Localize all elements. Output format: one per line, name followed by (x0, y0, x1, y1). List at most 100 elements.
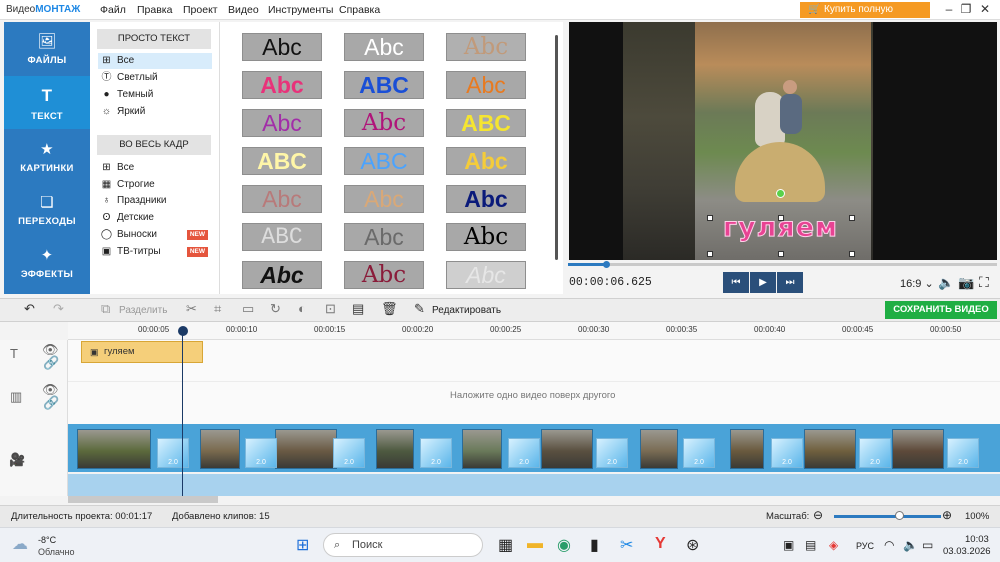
volume-icon[interactable]: 🔈 (938, 275, 954, 291)
undo-icon[interactable]: ↶ (24, 301, 35, 317)
seekbar-knob[interactable] (603, 261, 610, 268)
link-icon[interactable]: 🔗 (43, 355, 59, 371)
stabilize-icon[interactable]: ⊡ (325, 301, 336, 317)
video-clip-thumbnail[interactable] (462, 429, 502, 469)
category-all[interactable]: ⊞ Все (98, 53, 212, 69)
styles-scrollbar[interactable] (555, 35, 558, 260)
transition-block[interactable]: 2.0 (947, 438, 979, 468)
browser-icon[interactable]: ◉ (557, 535, 571, 555)
resize-handle[interactable] (707, 215, 713, 221)
menu-file[interactable]: Файл (100, 4, 126, 16)
text-style-tile[interactable]: Abc (446, 223, 526, 251)
category-strict[interactable]: ▦ Строгие (98, 177, 212, 193)
crop-icon[interactable]: ⌗ (214, 301, 221, 317)
text-style-tile[interactable]: Abc (242, 185, 322, 213)
edit-icon[interactable]: ✎ (414, 301, 425, 317)
zoom-in-icon[interactable]: ⊕ (942, 508, 952, 522)
transition-block[interactable]: 2.0 (596, 438, 628, 468)
category-kids[interactable]: ʘ Детские (98, 210, 212, 226)
transition-block[interactable]: 2.0 (508, 438, 540, 468)
snapshot-icon[interactable]: 📷 (958, 275, 974, 291)
zoom-slider-knob[interactable] (895, 511, 904, 520)
zoom-out-icon[interactable]: ⊖ (813, 508, 823, 522)
resize-handle[interactable] (849, 251, 855, 257)
save-video-button[interactable]: СОХРАНИТЬ ВИДЕО (885, 301, 997, 319)
buy-full-version-button[interactable]: 🛒Купить полную версию (800, 2, 930, 31)
text-style-tile[interactable]: Abc (242, 109, 322, 137)
text-style-tile[interactable]: Abc (344, 261, 424, 289)
nav-transitions[interactable]: ❏ ПЕРЕХОДЫ (4, 183, 90, 236)
nav-pictures[interactable]: ★ КАРТИНКИ (4, 130, 90, 183)
minimize-icon[interactable]: – (940, 2, 958, 16)
preview-seekbar[interactable] (568, 263, 997, 266)
category-tv-titles[interactable]: ▣ ТВ-титры NEW (98, 244, 212, 260)
transition-block[interactable]: 2.0 (771, 438, 803, 468)
video-clip-thumbnail[interactable] (275, 429, 337, 469)
split-icon[interactable]: ⧉ (101, 301, 110, 317)
text-style-tile[interactable]: Abc (344, 33, 424, 61)
network-device-icon[interactable]: ▣ (783, 538, 794, 552)
category-callouts[interactable]: ◯ Выноски NEW (98, 227, 212, 243)
zoom-slider[interactable] (834, 515, 941, 518)
video-clip-thumbnail[interactable] (640, 429, 678, 469)
play-button[interactable]: ▶ (750, 272, 776, 293)
transition-block[interactable]: 2.0 (245, 438, 277, 468)
nav-files[interactable]: 🖼 ФАЙЛЫ (4, 22, 90, 75)
task-view-icon[interactable]: ▦ (498, 535, 513, 555)
video-clip-thumbnail[interactable] (804, 429, 856, 469)
resize-handle[interactable] (707, 251, 713, 257)
windows-start-icon[interactable]: ⊞ (296, 535, 309, 555)
usb-icon[interactable]: ▮ (590, 535, 599, 555)
text-style-tile[interactable]: Abc (446, 185, 526, 213)
wifi-icon[interactable]: ◠ (884, 538, 894, 552)
text-style-tile[interactable]: Abc (344, 185, 424, 213)
menu-project[interactable]: Проект (183, 4, 218, 16)
text-style-tile[interactable]: Abc (446, 261, 526, 289)
nav-effects[interactable]: ✦ ЭФФЕКТЫ (4, 236, 90, 289)
transition-block[interactable]: 2.0 (859, 438, 891, 468)
split-button[interactable]: Разделить (119, 305, 167, 316)
playhead-knob[interactable] (178, 326, 188, 336)
rotate-icon[interactable]: ↻ (270, 301, 281, 317)
video-clip-thumbnail[interactable] (376, 429, 414, 469)
redo-icon[interactable]: ↷ (53, 301, 64, 317)
text-style-tile[interactable]: Abc (344, 223, 424, 251)
taskbar-search[interactable]: ⌕ Поиск (323, 533, 483, 557)
folder-icon[interactable]: ▬ (527, 535, 543, 553)
text-style-tile[interactable]: ABC (344, 71, 424, 99)
video-clip-thumbnail[interactable] (200, 429, 240, 469)
resize-handle[interactable] (778, 215, 784, 221)
text-style-tile[interactable]: Abc (446, 33, 526, 61)
battery-icon[interactable]: ▭ (922, 538, 933, 552)
scissors-icon[interactable]: ✂ (186, 301, 197, 317)
category-bright[interactable]: ☼ Яркий (98, 104, 212, 120)
transition-block[interactable]: 2.0 (420, 438, 452, 468)
prev-frame-button[interactable]: ⏮ (723, 272, 749, 293)
category-full-all[interactable]: ⊞ Все (98, 160, 212, 176)
timeline-scrollbar[interactable] (68, 496, 218, 503)
rotate-handle[interactable] (776, 189, 785, 198)
resize-handle[interactable] (849, 215, 855, 221)
overlay-track[interactable] (68, 381, 1000, 424)
category-dark[interactable]: ● Темный (98, 87, 212, 103)
menu-tools[interactable]: Инструменты (268, 4, 333, 16)
trash-icon[interactable]: 🗑 (381, 301, 398, 317)
close-icon[interactable]: ✕ (976, 2, 994, 16)
language-indicator[interactable]: РУС (856, 541, 874, 551)
link-icon[interactable]: 🔗 (43, 395, 59, 411)
contrast-icon[interactable]: ◐ (298, 301, 306, 316)
transition-block[interactable]: 2.0 (157, 438, 189, 468)
text-style-tile[interactable]: ABC (242, 223, 322, 251)
film-reel-icon[interactable]: ⊛ (686, 535, 699, 555)
video-clip-thumbnail[interactable] (730, 429, 764, 469)
transition-block[interactable]: 2.0 (683, 438, 715, 468)
videomontage-taskbar-icon[interactable]: ✂ (620, 535, 633, 555)
nav-text[interactable]: T ТЕКСТ (4, 76, 90, 129)
menu-edit[interactable]: Правка (137, 4, 172, 16)
maximize-icon[interactable]: ❐ (957, 2, 975, 16)
text-style-tile[interactable]: Abc (344, 109, 424, 137)
text-clip[interactable]: ▣ гуляем (81, 341, 203, 363)
video-clip-thumbnail[interactable] (541, 429, 593, 469)
text-track[interactable] (68, 340, 1000, 381)
app-tray-icon[interactable]: ▤ (805, 538, 816, 552)
